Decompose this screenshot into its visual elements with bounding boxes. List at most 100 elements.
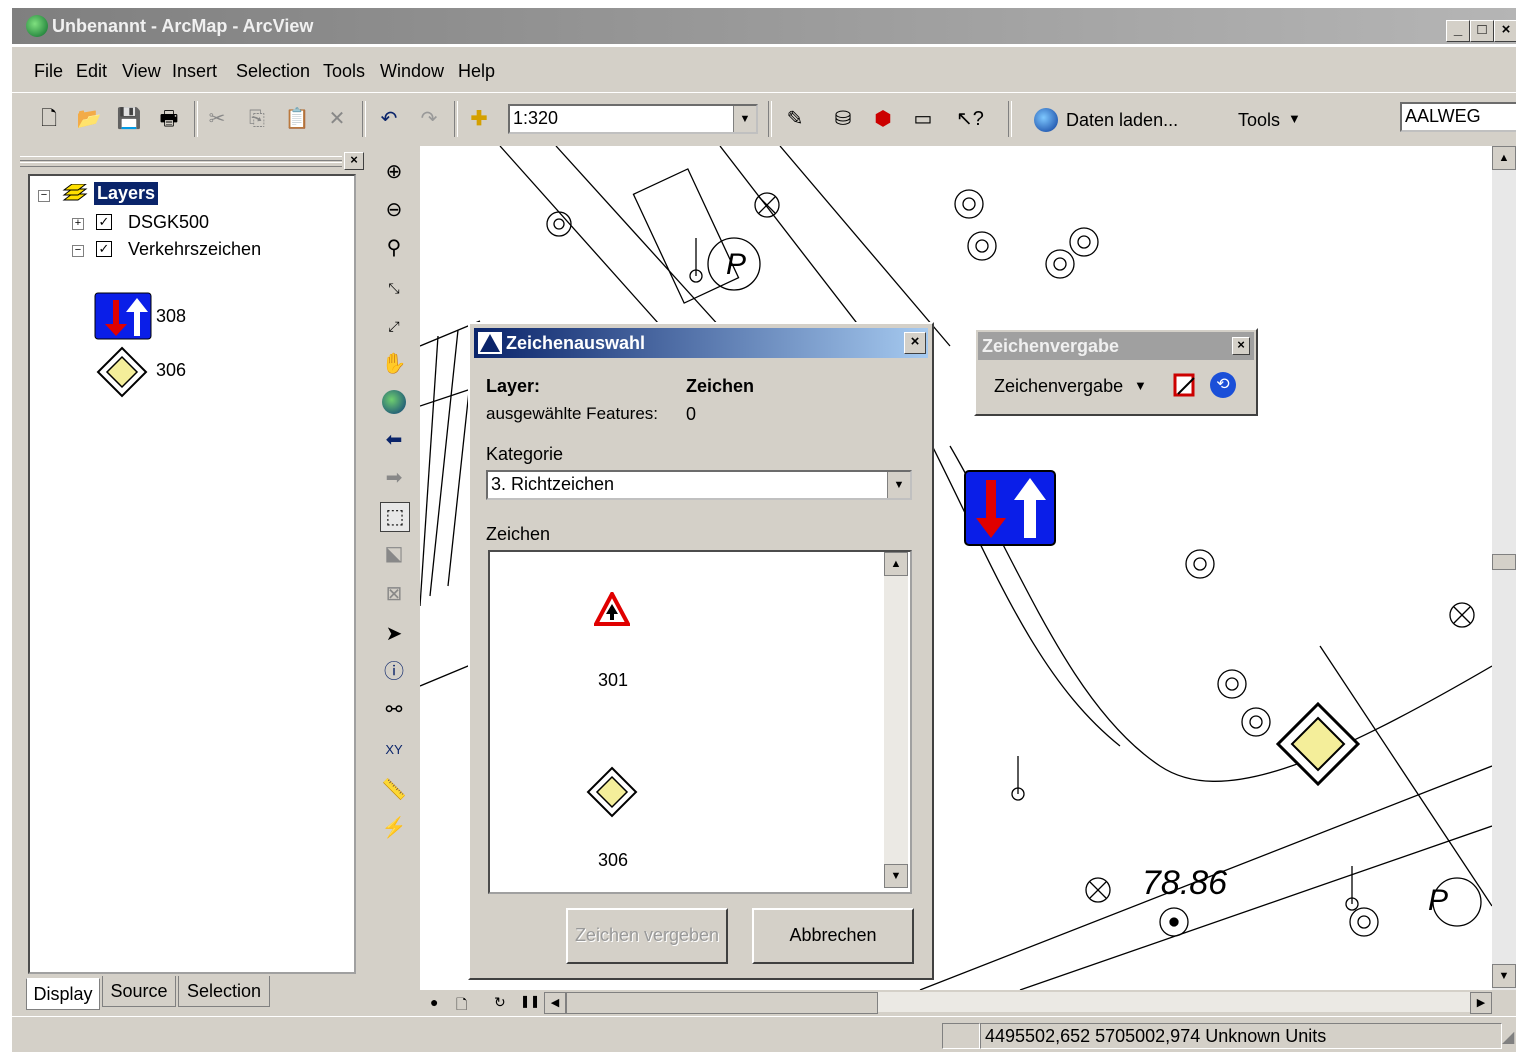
paste-icon[interactable]: 📋 [284,106,310,132]
select-features-icon[interactable]: ⬚ [380,502,410,532]
measure-icon[interactable]: 📏 [380,776,408,804]
next-extent-icon[interactable]: ➡ [380,464,408,492]
zeichenvergabe-close-button[interactable]: × [1232,337,1250,355]
menu-file[interactable]: File [34,61,63,82]
map-scale-combo[interactable]: 1:320 ▼ [508,104,758,134]
menu-view[interactable]: View [122,61,161,82]
zeichen-list-scrollbar[interactable]: ▲ ▼ [884,552,908,888]
zoom-out-icon[interactable]: ⊖ [380,196,408,224]
panel-grip[interactable] [20,156,342,161]
layer-visibility-checkbox[interactable]: ✓ [96,214,112,230]
menu-window[interactable]: Window [380,61,444,82]
priority-road-sign-icon[interactable] [586,766,638,818]
tools-dropdown-button[interactable]: Tools [1238,110,1280,131]
scroll-down-icon[interactable]: ▼ [884,864,908,888]
layer-name-verkehrszeichen[interactable]: Verkehrszeichen [128,239,261,260]
features-label: ausgewählte Features: [486,404,658,423]
tab-display[interactable]: Display [26,978,100,1010]
priority-oncoming-sign-icon[interactable] [964,470,1056,546]
whats-this-help-icon[interactable]: ↖? [956,106,984,132]
menu-insert[interactable]: Insert [172,61,217,82]
full-extent-globe-icon[interactable] [380,388,408,416]
scroll-right-icon[interactable]: ▶ [1470,992,1492,1014]
pan-hand-icon[interactable]: ✋ [380,350,408,378]
title-bar: Unbenannt - ArcMap - ArcView _ □ × [12,8,1516,44]
map-vertical-scrollbar[interactable]: ▲ ▼ [1492,146,1516,990]
resize-grip-icon[interactable]: ◢ [1502,1027,1514,1047]
close-toc-button[interactable]: × [344,152,364,170]
scroll-thumb[interactable] [566,992,878,1014]
data-view-icon[interactable]: ● [430,994,438,1010]
sign-label-301[interactable]: 301 [598,670,628,691]
scroll-thumb[interactable] [1492,554,1516,570]
expand-icon[interactable]: + [72,218,84,230]
zeichen-vergeben-button[interactable]: Zeichen vergeben [566,908,728,964]
chevron-down-icon[interactable]: ▼ [733,106,756,132]
tab-source[interactable]: Source [102,976,176,1007]
street-search-field[interactable]: AALWEG [1400,102,1516,132]
add-data-icon[interactable]: ✚ [466,106,492,132]
identify-info-icon[interactable]: ⓘ [380,658,408,686]
layout-view-icon[interactable]: 🗋 [456,994,467,1018]
rotate-sign-icon[interactable]: ⟲ [1210,372,1236,398]
select-elements-icon[interactable]: ⬕ [380,540,408,568]
pan-pin-icon[interactable]: ⚲ [380,234,408,262]
chevron-down-icon: ▼ [1134,378,1147,393]
zeichenvergabe-title-bar[interactable]: Zeichenvergabe × [978,332,1254,360]
arccatalog-icon[interactable]: ⛁ [830,106,856,132]
priority-road-sign-icon[interactable] [1275,701,1361,787]
command-line-icon[interactable]: ▭ [910,106,936,132]
menu-tools[interactable]: Tools [323,61,365,82]
previous-extent-icon[interactable]: ⬅ [380,426,408,454]
sign-edit-icon[interactable] [1172,372,1198,398]
menu-help[interactable]: Help [458,61,495,82]
editor-toolbar-icon[interactable]: ✎ [782,106,808,132]
panel-grip[interactable] [20,162,342,167]
menu-edit[interactable]: Edit [76,61,107,82]
layers-root-label[interactable]: Layers [94,182,159,205]
find-binoculars-icon[interactable]: ⚯ [380,696,408,724]
undo-icon[interactable]: ↶ [376,106,402,132]
scroll-track[interactable] [878,992,1472,1012]
refresh-icon[interactable]: ↻ [494,994,506,1011]
scroll-down-icon[interactable]: ▼ [1492,964,1516,988]
collapse-icon[interactable]: − [72,245,84,257]
arctoolbox-icon[interactable]: ⬢ [870,106,896,132]
copy-icon[interactable]: ⎘ [244,106,270,132]
kategorie-select[interactable]: 3. Richtzeichen ▼ [486,470,912,500]
abbrechen-button[interactable]: Abbrechen [752,908,914,964]
tab-selection[interactable]: Selection [178,976,270,1007]
save-icon[interactable]: 💾 [116,106,142,132]
menu-selection[interactable]: Selection [236,61,310,82]
priority-crossing-sign-icon[interactable] [592,589,632,626]
collapse-icon[interactable]: − [38,190,50,202]
zeichen-list[interactable]: 301 306 ▲ ▼ [488,550,912,894]
pause-drawing-icon[interactable]: ❚❚ [520,994,540,1008]
dialog-close-button[interactable]: × [904,332,926,354]
clear-selection-icon[interactable]: ⊠ [380,580,408,608]
redo-icon[interactable]: ↷ [416,106,442,132]
zeichenvergabe-dropdown[interactable]: Zeichenvergabe [994,376,1123,397]
cut-icon[interactable]: ✂ [204,106,230,132]
zoom-in-icon[interactable]: ⊕ [380,158,408,186]
hyperlink-lightning-icon[interactable]: ⚡ [380,814,408,842]
print-icon[interactable]: 🖶 [156,106,182,132]
fixed-zoom-out-icon[interactable]: ⤢ [380,312,408,340]
minimize-button[interactable]: _ [1446,20,1470,42]
delete-icon[interactable]: ✕ [324,106,350,132]
go-to-xy-icon[interactable]: XY [380,736,408,764]
close-button[interactable]: × [1494,20,1516,42]
chevron-down-icon[interactable]: ▼ [887,472,910,498]
select-pointer-icon[interactable]: ➤ [380,620,408,648]
scroll-up-icon[interactable]: ▲ [1492,146,1516,170]
dialog-title-bar[interactable]: Zeichenauswahl × [474,328,928,358]
scroll-up-icon[interactable]: ▲ [884,552,908,576]
sign-label-306[interactable]: 306 [598,850,628,871]
layer-name-dsgk500[interactable]: DSGK500 [128,212,209,233]
layer-visibility-checkbox[interactable]: ✓ [96,241,112,257]
scroll-left-icon[interactable]: ◀ [544,992,566,1014]
new-document-icon[interactable]: 🗋 [36,106,62,132]
maximize-button[interactable]: □ [1470,20,1494,42]
fixed-zoom-in-icon[interactable]: ⤡ [380,274,408,302]
open-folder-icon[interactable]: 📂 [76,106,102,132]
